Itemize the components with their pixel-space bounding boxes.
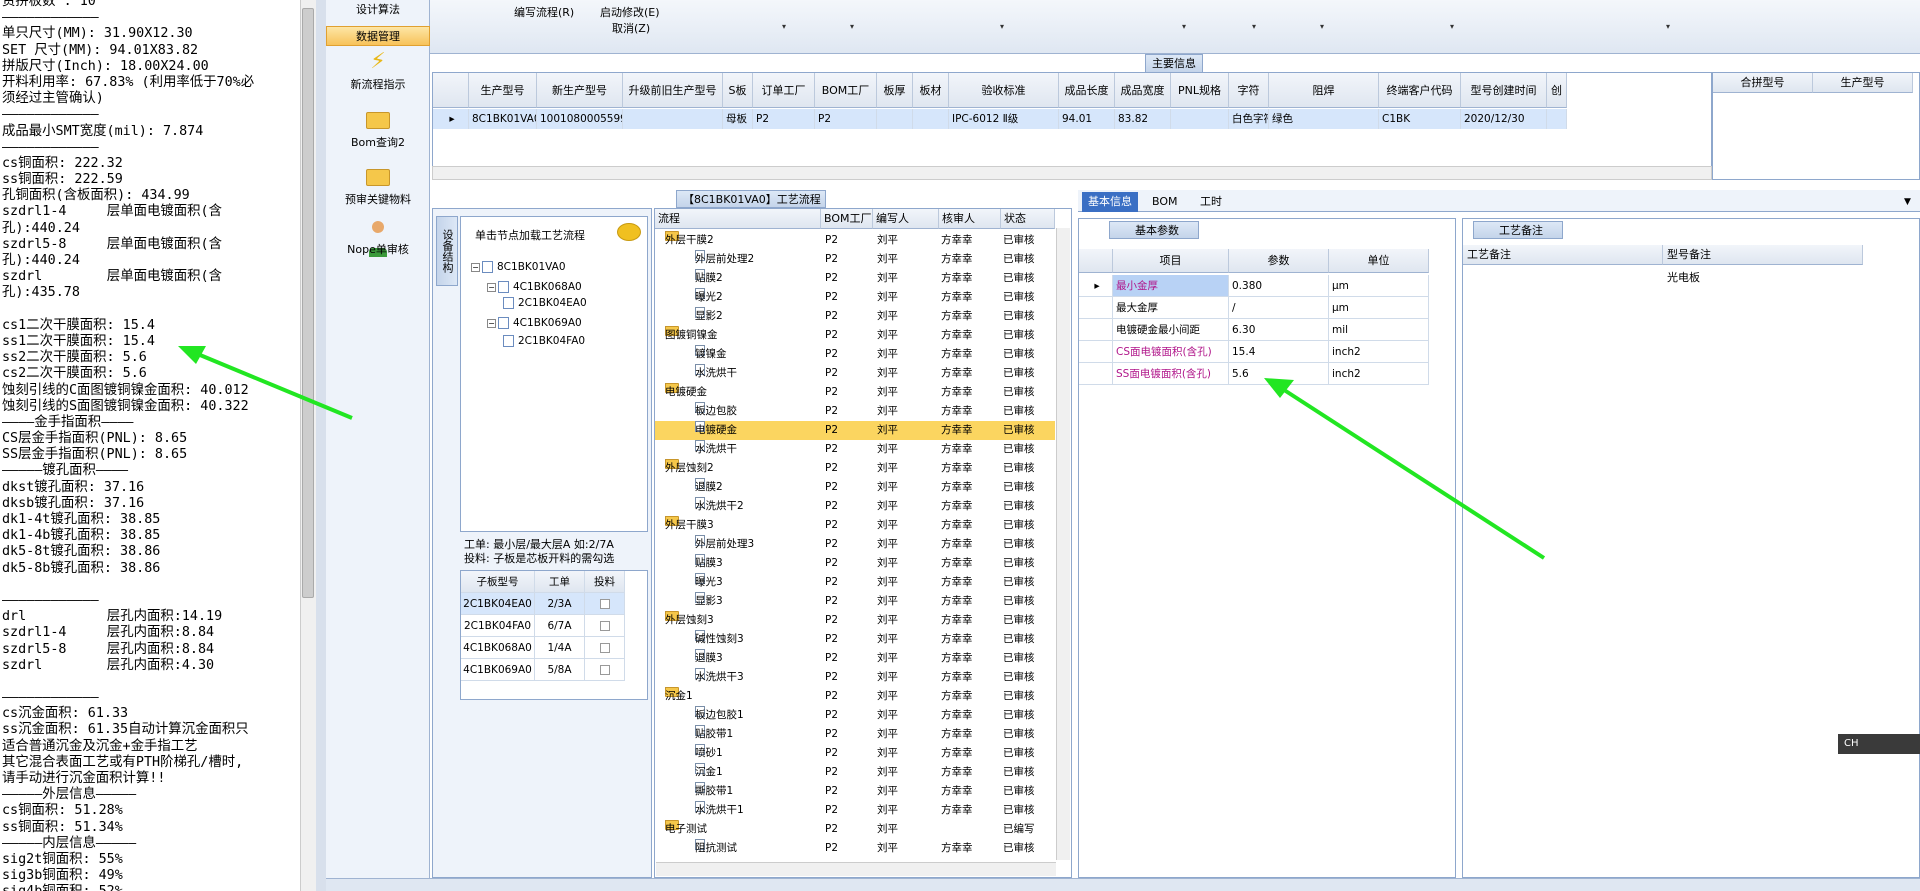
- arrow-line: [187, 348, 353, 420]
- arrow-line: [1276, 384, 1546, 560]
- annotation-arrows: [178, 346, 1546, 560]
